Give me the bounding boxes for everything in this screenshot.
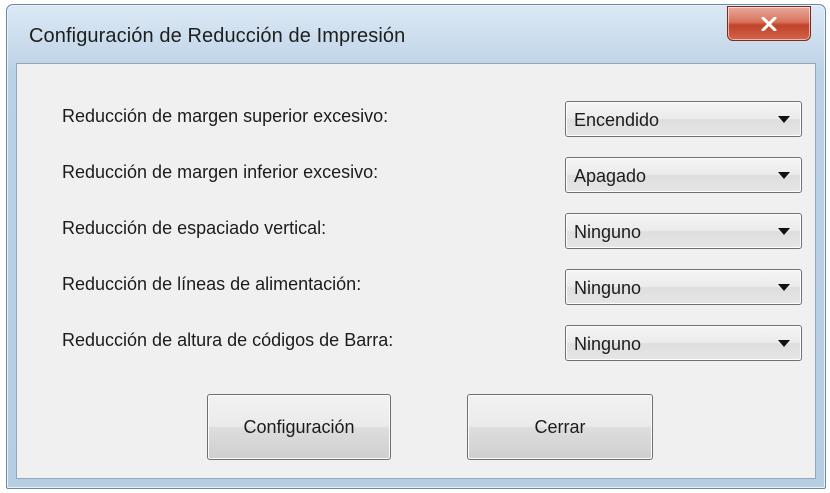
chevron-down-icon (778, 116, 790, 123)
top-margin-reduction-label: Reducción de margen superior excesivo: (62, 106, 389, 126)
vertical-spacing-reduction-select[interactable]: Ninguno (565, 213, 802, 249)
chevron-down-icon (778, 284, 790, 291)
vertical-spacing-reduction-value: Ninguno (574, 222, 642, 242)
vertical-spacing-reduction-label: Reducción de espaciado vertical: (62, 218, 327, 238)
barcode-height-reduction-value: Ninguno (574, 334, 642, 354)
close-button[interactable]: Cerrar (467, 394, 653, 460)
feed-lines-reduction-value: Ninguno (574, 278, 642, 298)
barcode-height-reduction-select[interactable]: Ninguno (565, 325, 802, 361)
bottom-margin-reduction-select[interactable]: Apagado (565, 157, 802, 193)
barcode-height-reduction-label: Reducción de altura de códigos de Barra: (62, 330, 394, 350)
window-close-button[interactable] (727, 6, 811, 41)
feed-lines-reduction-select[interactable]: Ninguno (565, 269, 802, 305)
close-icon (761, 16, 777, 31)
configure-button[interactable]: Configuración (207, 394, 391, 460)
title-bar[interactable]: Configuración de Reducción de Impresión (7, 5, 825, 63)
bottom-margin-reduction-value: Apagado (574, 166, 647, 186)
chevron-down-icon (778, 228, 790, 235)
window-title: Configuración de Reducción de Impresión (29, 25, 406, 47)
top-margin-reduction-value: Encendido (574, 110, 660, 130)
bottom-margin-reduction-label: Reducción de margen inferior excesivo: (62, 162, 379, 182)
chevron-down-icon (778, 340, 790, 347)
dialog-window: Configuración de Reducción de Impresión … (6, 4, 826, 489)
feed-lines-reduction-label: Reducción de líneas de alimentación: (62, 274, 362, 294)
dialog-content: Reducción de margen superior excesivo: E… (16, 63, 816, 479)
chevron-down-icon (778, 172, 790, 179)
top-margin-reduction-select[interactable]: Encendido (565, 101, 802, 137)
